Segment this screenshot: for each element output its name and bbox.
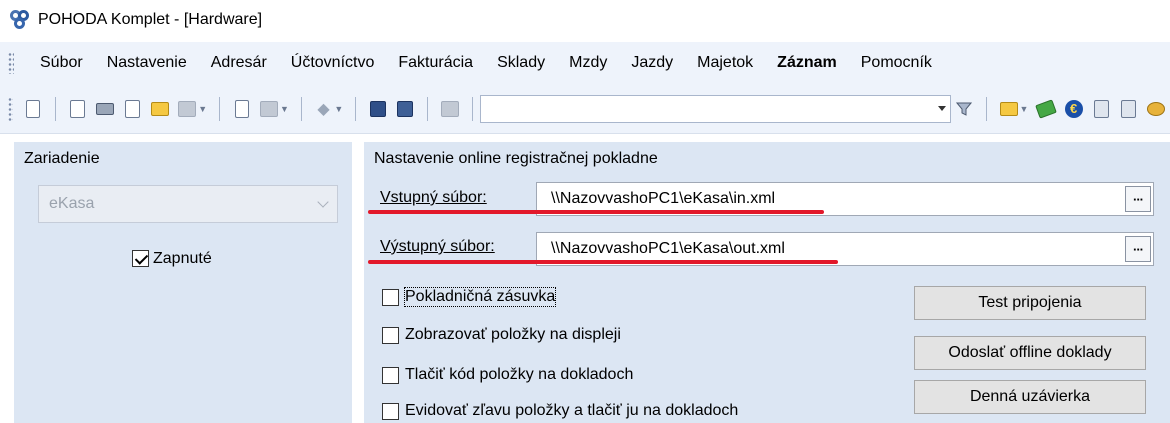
calendar-icon[interactable]: [1091, 98, 1111, 120]
toolbar: ▼ ▼ ◆ ▼ ▼ €: [0, 84, 1170, 134]
folder-dropdown-icon[interactable]: ▼: [1019, 104, 1028, 114]
menu-record[interactable]: Záznam: [765, 42, 849, 84]
cash-drawer-label: Pokladničná zásuvka: [403, 287, 557, 307]
item-discount-option[interactable]: Evidovať zľavu položky a tlačiť ju na do…: [382, 402, 738, 420]
toolbar-separator: [986, 96, 987, 121]
menu-assets[interactable]: Majetok: [685, 42, 765, 84]
input-file-label: Vstupný súbor:: [380, 189, 487, 206]
print-item-code-label: Tlačiť kód položky na dokladoch: [405, 366, 634, 383]
menu-address-book[interactable]: Adresár: [199, 42, 279, 84]
menu-bar: Súbor Nastavenie Adresár Účtovníctvo Fak…: [0, 42, 1170, 84]
item-discount-checkbox[interactable]: [382, 402, 399, 420]
device-panel: Zariadenie eKasa Zapnuté: [14, 142, 352, 423]
save-icon[interactable]: [368, 98, 388, 120]
export-icon[interactable]: [150, 98, 170, 120]
menubar-grip-icon[interactable]: [8, 52, 14, 74]
menu-trips[interactable]: Jazdy: [619, 42, 685, 84]
menu-help[interactable]: Pomocník: [849, 42, 944, 84]
back-dropdown-icon[interactable]: ▼: [334, 104, 343, 114]
back-arrow-icon[interactable]: ◆: [314, 98, 334, 120]
toolbar-separator: [355, 96, 357, 121]
euro-icon[interactable]: €: [1064, 98, 1084, 120]
display-items-option[interactable]: Zobrazovať položky na displeji: [382, 326, 621, 344]
toolbar-separator: [300, 96, 302, 121]
enabled-checkbox[interactable]: [132, 250, 149, 267]
title-bar: POHODA Komplet - [Hardware]: [0, 0, 1170, 40]
save-all-icon[interactable]: [396, 98, 416, 120]
online-register-panel: Nastavenie online registračnej pokladne …: [364, 142, 1170, 423]
fax-dropdown-icon[interactable]: ▼: [198, 104, 207, 114]
cash-drawer-option[interactable]: Pokladničná zásuvka: [382, 287, 557, 307]
menu-settings[interactable]: Nastavenie: [95, 42, 199, 84]
quick-search-combo[interactable]: [480, 94, 951, 123]
edit-dropdown-icon[interactable]: ▼: [280, 104, 289, 114]
filter-icon[interactable]: [955, 98, 975, 120]
menu-accounting[interactable]: Účtovníctvo: [279, 42, 387, 84]
print-item-code-checkbox[interactable]: [382, 366, 399, 384]
cash-drawer-checkbox[interactable]: [382, 288, 399, 306]
print-preview-icon[interactable]: [123, 98, 143, 120]
menu-payroll[interactable]: Mzdy: [557, 42, 619, 84]
toolbar-separator: [219, 96, 221, 121]
calculator-icon[interactable]: [1119, 98, 1139, 120]
send-offline-documents-button[interactable]: Odoslať offline doklady: [914, 336, 1146, 370]
window-title: POHODA Komplet - [Hardware]: [38, 11, 263, 28]
edit-record-icon[interactable]: [260, 98, 280, 120]
toolbar-grip-icon[interactable]: [8, 96, 14, 121]
input-file-browse-button[interactable]: ···: [1125, 186, 1151, 212]
input-highlight-underline: [368, 210, 824, 214]
new-record-icon[interactable]: [232, 98, 252, 120]
display-items-label: Zobrazovať položky na displeji: [405, 326, 621, 343]
item-discount-label: Evidovať zľavu položky a tlačiť ju na do…: [405, 402, 739, 419]
chevron-down-icon: [317, 196, 329, 208]
menu-invoicing[interactable]: Fakturácia: [386, 42, 485, 84]
exit-icon[interactable]: [23, 98, 43, 120]
coins-icon[interactable]: [1146, 98, 1166, 120]
fax-icon[interactable]: [178, 98, 198, 120]
device-select[interactable]: eKasa: [38, 185, 338, 223]
toolbar-separator: [427, 96, 429, 121]
output-file-label: Výstupný súbor:: [380, 238, 495, 255]
output-file-value: \\NazovvashoPC1\eKasa\out.xml: [551, 240, 785, 257]
print-icon[interactable]: [95, 98, 115, 120]
output-file-browse-button[interactable]: ···: [1125, 236, 1151, 262]
toolbar-separator: [471, 96, 473, 121]
report-icon[interactable]: [68, 98, 88, 120]
copy-icon[interactable]: [440, 98, 460, 120]
daily-closing-button[interactable]: Denná uzávierka: [914, 380, 1146, 414]
input-file-value: \\NazovvashoPC1\eKasa\in.xml: [551, 190, 776, 207]
test-connection-button[interactable]: Test pripojenia: [914, 286, 1146, 320]
folder-icon[interactable]: [999, 98, 1019, 120]
output-highlight-underline: [368, 260, 838, 264]
enabled-label: Zapnuté: [153, 250, 212, 267]
device-group-label: Zariadenie: [24, 150, 100, 167]
money-icon[interactable]: [1035, 98, 1057, 120]
device-select-value: eKasa: [49, 195, 95, 212]
menu-file[interactable]: Súbor: [28, 42, 95, 84]
toolbar-separator: [54, 96, 56, 121]
online-group-label: Nastavenie online registračnej pokladne: [374, 150, 658, 167]
display-items-checkbox[interactable]: [382, 326, 399, 344]
chevron-down-icon[interactable]: [937, 105, 946, 111]
print-item-code-option[interactable]: Tlačiť kód položky na dokladoch: [382, 366, 633, 384]
pohoda-logo-icon: [10, 10, 30, 30]
menu-stock[interactable]: Sklady: [485, 42, 557, 84]
